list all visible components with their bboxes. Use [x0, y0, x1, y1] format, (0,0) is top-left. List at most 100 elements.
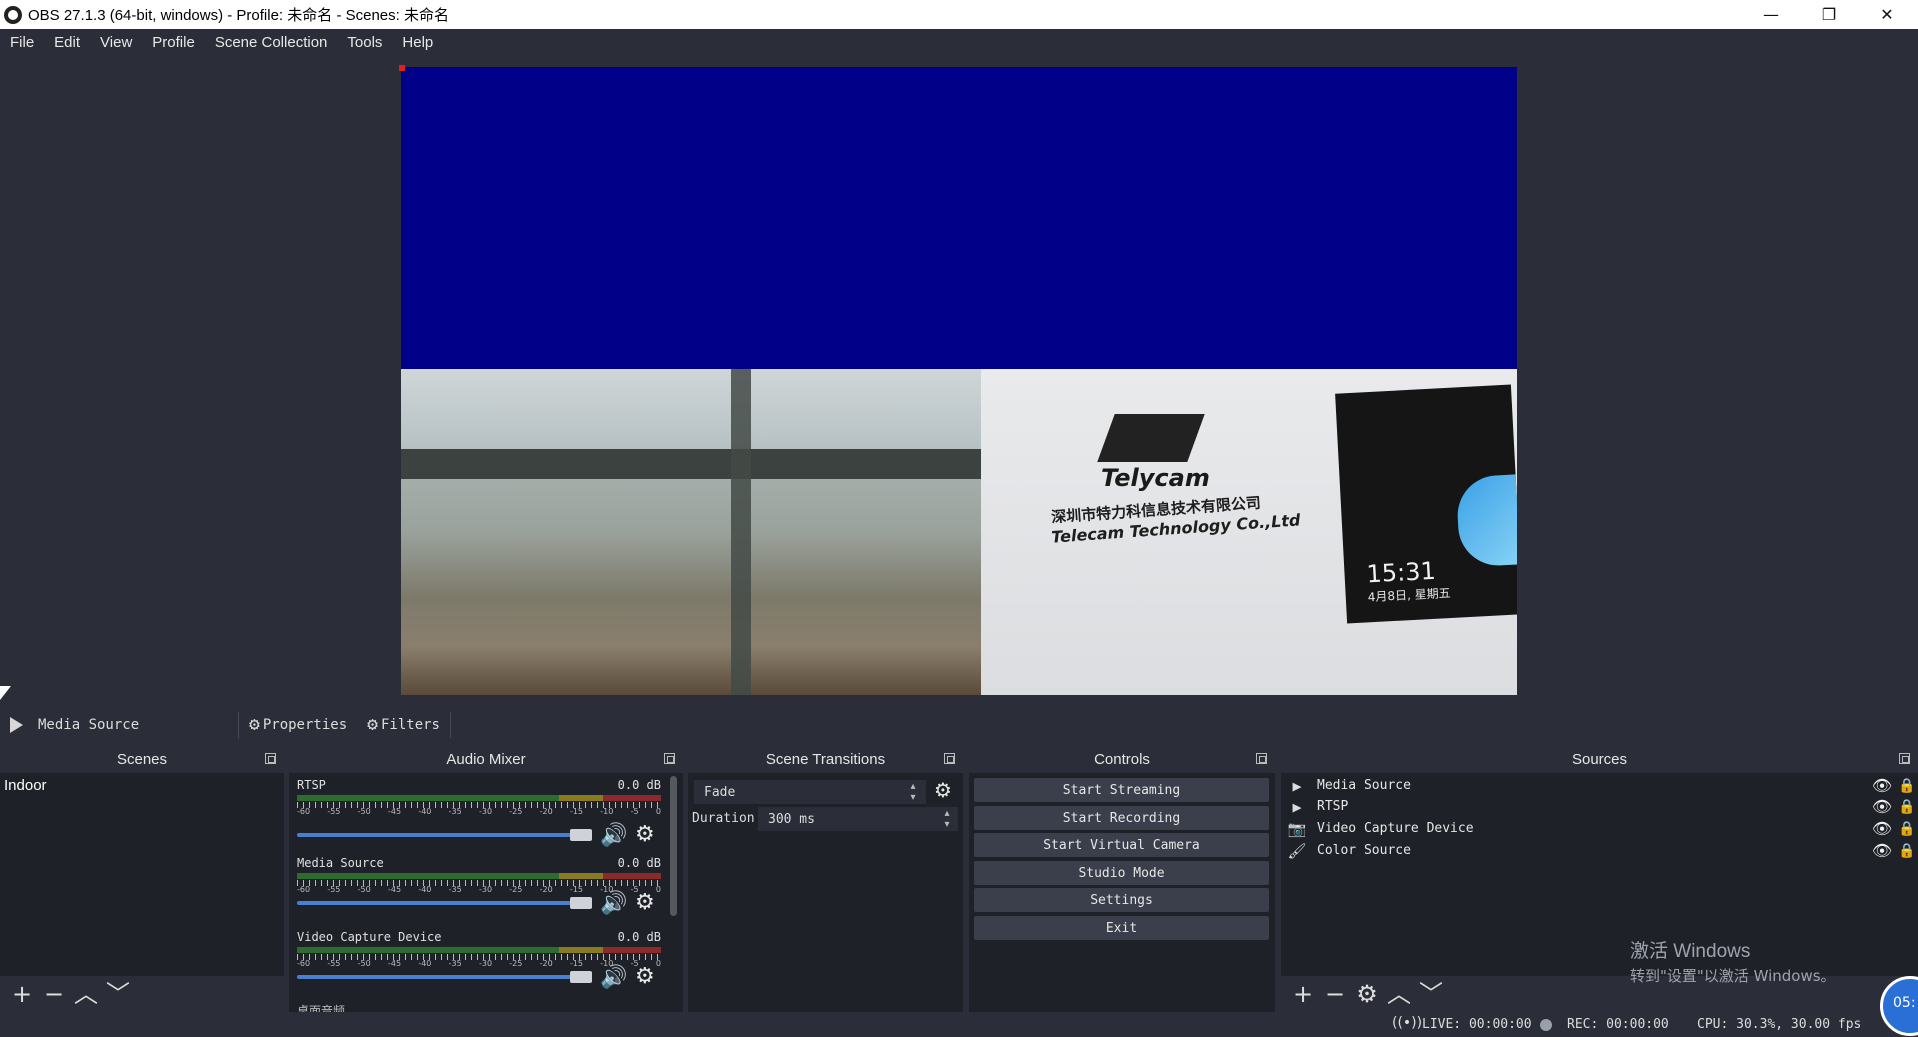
controls-dock: Controls Start Streaming Start Recording…: [969, 746, 1275, 1012]
level-meter: [297, 873, 661, 879]
studio-mode-button[interactable]: Studio Mode: [974, 861, 1269, 885]
mixer-scrollbar[interactable]: [670, 776, 677, 916]
add-scene-button[interactable]: +: [6, 978, 38, 1010]
volume-slider-handle[interactable]: [570, 897, 592, 909]
cut-off-channel-name: 桌面音频: [297, 1004, 346, 1012]
eye-icon[interactable]: 👁: [1868, 797, 1896, 816]
source-name: Color Source: [1317, 843, 1411, 858]
scenes-title: Scenes: [116, 751, 168, 768]
settings-button[interactable]: Settings: [974, 888, 1269, 912]
lock-icon[interactable]: 🔒: [1896, 843, 1918, 859]
move-up-button[interactable]: ︿: [1383, 978, 1415, 1010]
menu-profile[interactable]: Profile: [142, 34, 205, 51]
cpu-fps-readout: CPU: 30.3%, 30.00 fps: [1697, 1017, 1862, 1032]
gear-icon[interactable]: ⚙: [934, 778, 952, 802]
menu-scene-collection[interactable]: Scene Collection: [205, 34, 338, 51]
source-item[interactable]: ▶ Media Source 👁 🔒: [1281, 775, 1918, 796]
undock-icon[interactable]: [265, 753, 276, 764]
selection-handle[interactable]: [399, 65, 405, 71]
undock-icon[interactable]: [1256, 753, 1267, 764]
undock-icon[interactable]: [664, 753, 675, 764]
filters-button[interactable]: ⚙ Filters: [357, 714, 450, 735]
selected-source-name: Media Source: [38, 716, 140, 733]
brush-icon: 🖌: [1287, 841, 1307, 860]
move-down-button[interactable]: ﹀: [102, 978, 134, 1010]
move-down-button[interactable]: ﹀: [1415, 978, 1447, 1010]
controls-header: Controls: [969, 746, 1275, 773]
source-properties-button[interactable]: ⚙: [1351, 978, 1383, 1010]
source-item[interactable]: 🖌 Color Source 👁 🔒: [1281, 840, 1918, 861]
speaker-icon[interactable]: 🔊: [600, 965, 627, 990]
volume-slider[interactable]: [297, 833, 583, 837]
remove-source-button[interactable]: −: [1319, 978, 1351, 1010]
source-item[interactable]: ▶ RTSP 👁 🔒: [1281, 796, 1918, 817]
duration-stepper-icon[interactable]: ▴ ▾: [940, 808, 954, 830]
gear-icon: ⚙: [249, 714, 260, 735]
close-button[interactable]: ✕: [1858, 0, 1916, 29]
scenes-header: Scenes: [0, 746, 284, 773]
undock-icon[interactable]: [1899, 753, 1910, 764]
start-recording-button[interactable]: Start Recording: [974, 806, 1269, 830]
volume-slider[interactable]: [297, 901, 583, 905]
undock-icon[interactable]: [944, 753, 955, 764]
eye-icon[interactable]: 👁: [1868, 819, 1896, 838]
source-name: Media Source: [1317, 778, 1411, 793]
filter-icon: ⚙: [367, 714, 378, 735]
move-up-button[interactable]: ︿: [70, 978, 102, 1010]
level-meter: [297, 947, 661, 953]
menu-bar: File Edit View Profile Scene Collection …: [0, 29, 1918, 56]
gear-icon[interactable]: ⚙: [635, 964, 655, 989]
menu-view[interactable]: View: [90, 34, 142, 51]
volume-slider[interactable]: [297, 975, 583, 979]
broadcast-icon: ((•)): [1392, 1015, 1423, 1031]
controls-title: Controls: [1094, 751, 1150, 768]
lock-icon[interactable]: 🔒: [1896, 821, 1918, 837]
menu-edit[interactable]: Edit: [44, 34, 90, 51]
lock-icon[interactable]: 🔒: [1896, 778, 1918, 794]
properties-button[interactable]: ⚙ Properties: [239, 714, 357, 735]
transition-select[interactable]: Fade: [694, 780, 926, 804]
menu-tools[interactable]: Tools: [337, 34, 392, 51]
minimize-button[interactable]: —: [1742, 0, 1800, 29]
gear-icon[interactable]: ⚙: [635, 822, 655, 847]
live-timer: LIVE: 00:00:00: [1422, 1017, 1532, 1032]
lock-icon[interactable]: 🔒: [1896, 799, 1918, 815]
eye-icon[interactable]: 👁: [1868, 841, 1896, 860]
preview-area[interactable]: Telycam 深圳市特力科信息技术有限公司 Telecam Technolog…: [0, 56, 1918, 704]
camera-view-window[interactable]: [401, 369, 981, 695]
preview-canvas[interactable]: Telycam 深圳市特力科信息技术有限公司 Telecam Technolog…: [401, 67, 1517, 695]
window-rail: [401, 449, 981, 479]
volume-slider-handle[interactable]: [570, 971, 592, 983]
sources-header: Sources: [1281, 746, 1918, 773]
color-source-layer[interactable]: [401, 67, 1517, 369]
mixer-channel: Video Capture Device 0.0 dB -60 -55 -50 -45…: [295, 930, 661, 1004]
title-bar: OBS 27.1.3 (64-bit, windows) - Profile: …: [0, 0, 1918, 29]
start-streaming-button[interactable]: Start Streaming: [974, 778, 1269, 802]
menu-file[interactable]: File: [0, 34, 44, 51]
gear-icon[interactable]: ⚙: [635, 890, 655, 915]
exit-button[interactable]: Exit: [974, 916, 1269, 940]
start-virtual-camera-button[interactable]: Start Virtual Camera: [974, 833, 1269, 857]
speaker-icon[interactable]: 🔊: [600, 891, 627, 916]
duration-input[interactable]: 300 ms: [758, 807, 958, 831]
restore-button[interactable]: ❐: [1800, 0, 1858, 29]
transitions-header: Scene Transitions: [688, 746, 963, 773]
window-title: OBS 27.1.3 (64-bit, windows) - Profile: …: [28, 7, 449, 24]
tv-screen: 15:31 4月8日, 星期五: [1335, 384, 1517, 624]
remove-scene-button[interactable]: −: [38, 978, 70, 1010]
play-icon[interactable]: [10, 716, 23, 733]
mixer-channel: RTSP 0.0 dB -60 -55 -50 -45 -40 -35 -30 -25 -20-…: [295, 778, 661, 852]
level-meter: [297, 795, 661, 801]
eye-icon[interactable]: 👁: [1868, 776, 1896, 795]
volume-slider-handle[interactable]: [570, 829, 592, 841]
add-source-button[interactable]: +: [1287, 978, 1319, 1010]
speaker-icon[interactable]: 🔊: [600, 823, 627, 848]
source-name: RTSP: [1317, 799, 1349, 814]
rec-timer: REC: 00:00:00: [1567, 1017, 1669, 1032]
camera-view-wall[interactable]: Telycam 深圳市特力科信息技术有限公司 Telecam Technolog…: [981, 369, 1517, 695]
source-item[interactable]: 📷 Video Capture Device 👁 🔒: [1281, 818, 1918, 839]
activation-watermark: 激活 Windows 转到"设置"以激活 Windows。: [1630, 936, 1836, 986]
menu-help[interactable]: Help: [392, 34, 443, 51]
scene-item[interactable]: Indoor: [0, 773, 284, 798]
chevron-updown-icon[interactable]: ▴ ▾: [906, 781, 920, 803]
